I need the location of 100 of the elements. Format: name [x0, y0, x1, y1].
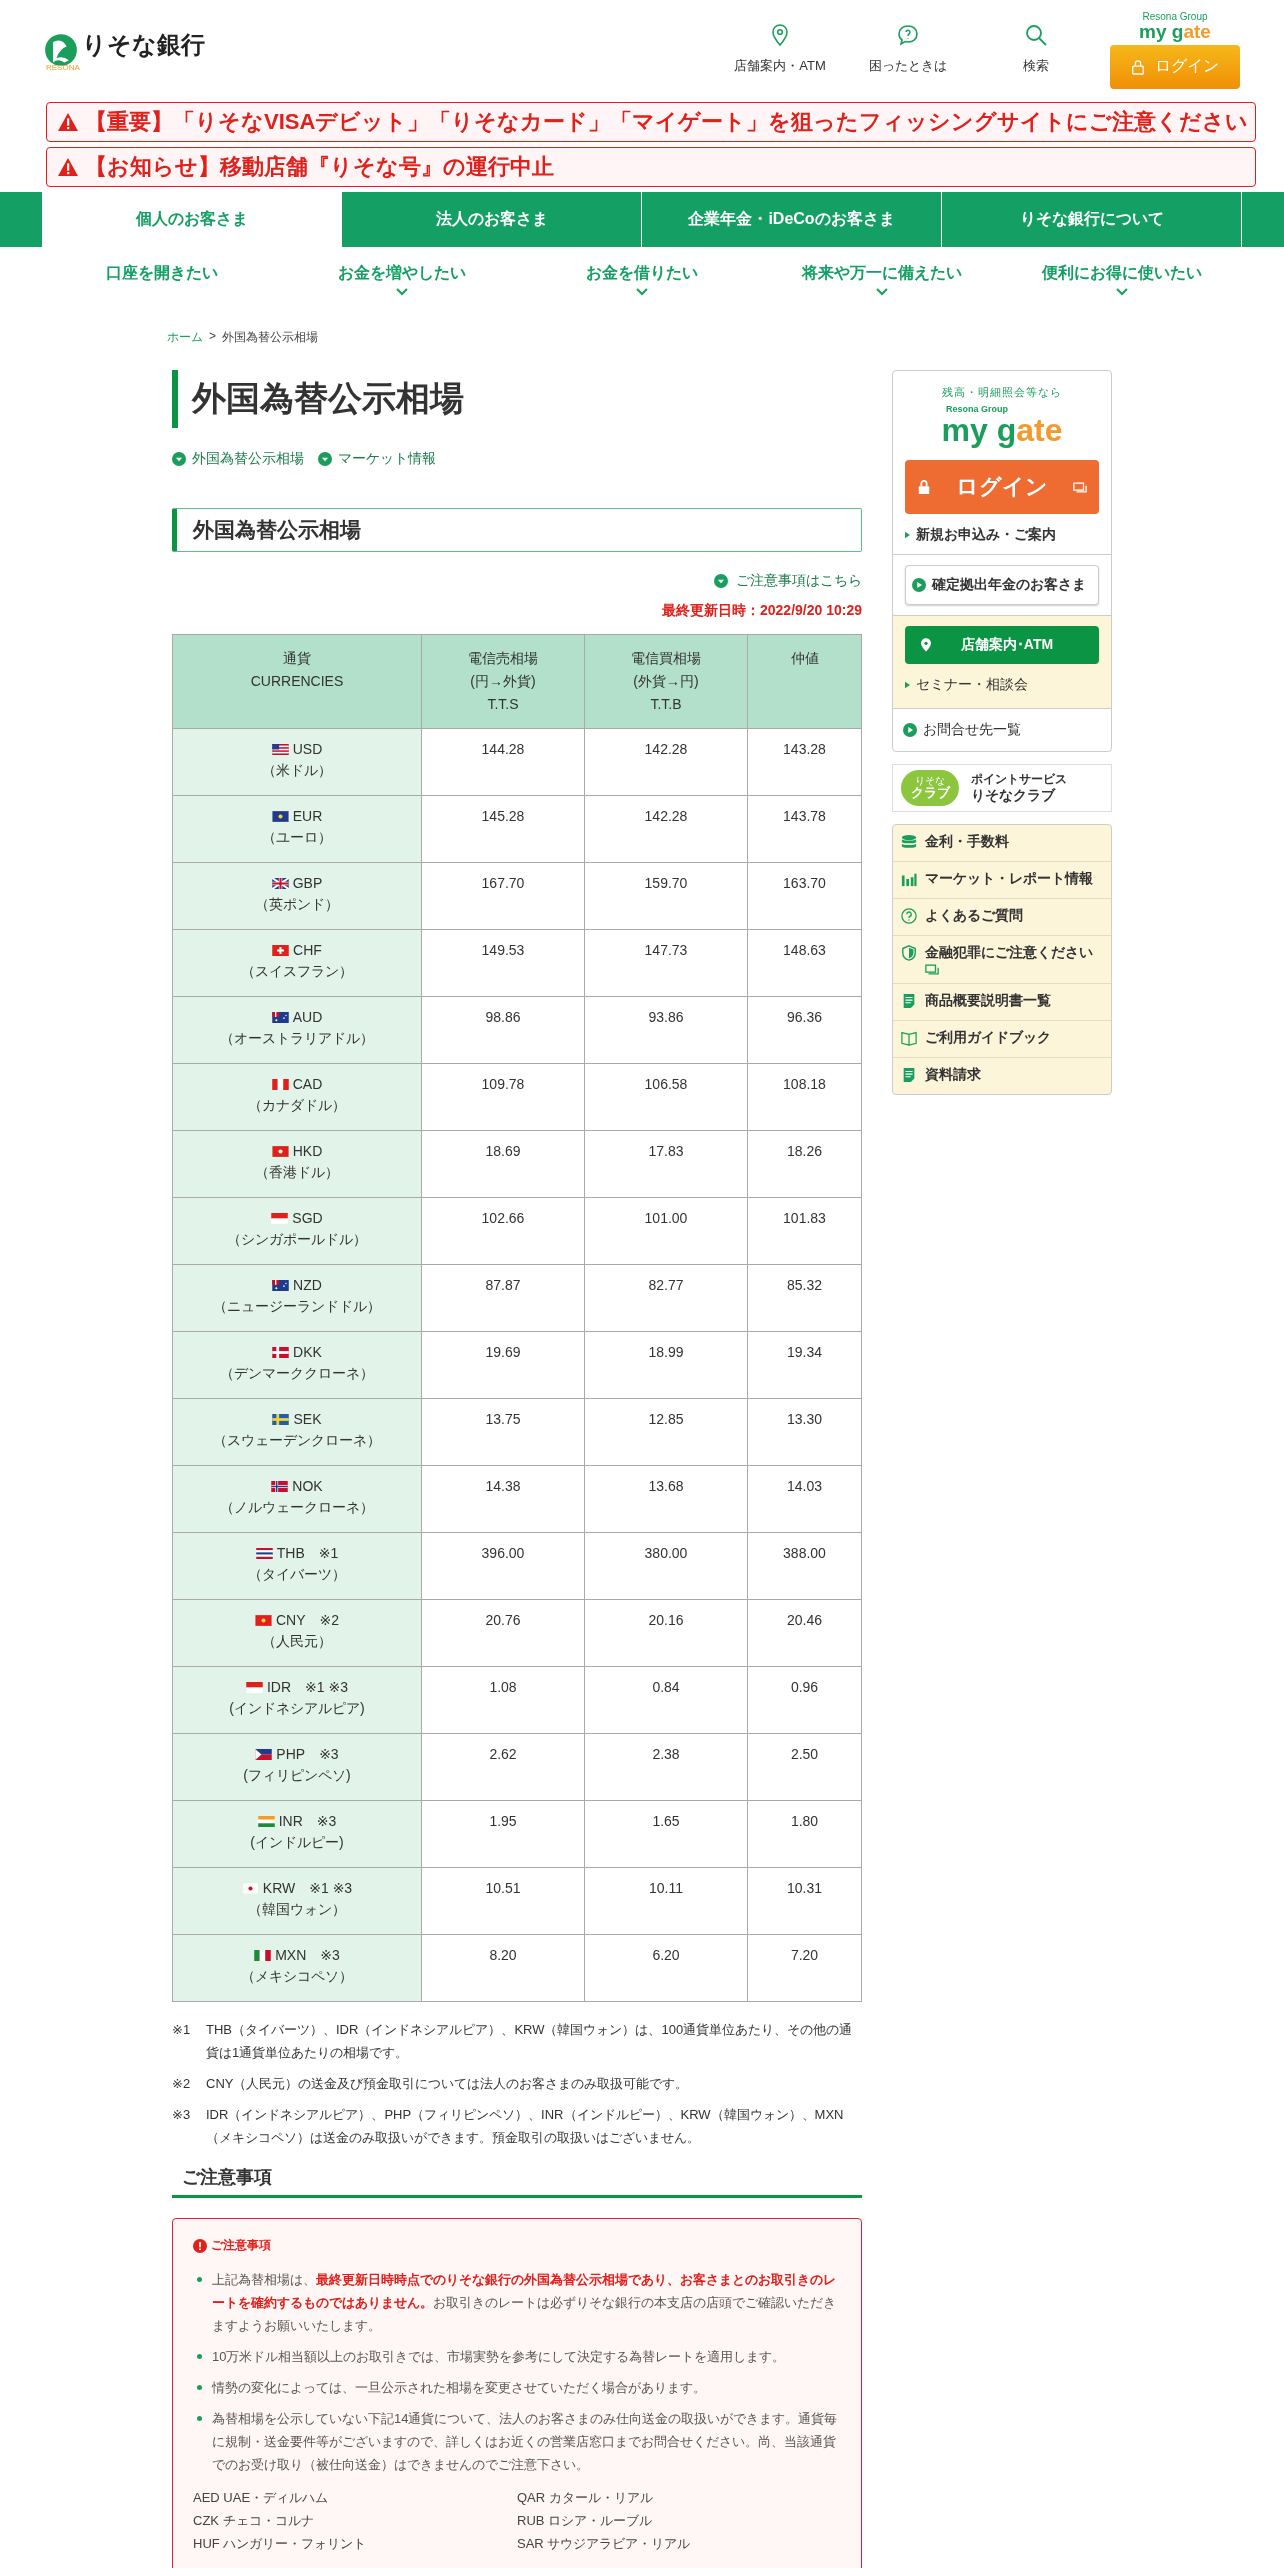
- lock-icon: [1131, 58, 1145, 75]
- anchor-link[interactable]: マーケット情報: [338, 450, 436, 468]
- utility-link[interactable]: 困ったときは: [844, 22, 972, 89]
- flag-icon: [255, 1748, 273, 1760]
- table-cell: 1.80: [747, 1800, 862, 1868]
- flag-icon: [271, 1145, 289, 1157]
- mygate-caption: 残高・明細照会等なら: [942, 385, 1062, 400]
- currency-name: （スウェーデンクローネ）: [212, 1432, 382, 1450]
- contact-link[interactable]: お問合せ先一覧: [923, 721, 1021, 739]
- menu-item[interactable]: 資料請求: [893, 1058, 1111, 1094]
- table-cell: 143.78: [747, 795, 862, 863]
- currency-name: （ニュージーランドドル）: [212, 1298, 382, 1316]
- currency-code: AUD: [292, 1009, 323, 1025]
- currency-name: （スイスフラン）: [240, 963, 354, 981]
- nav-tab[interactable]: 企業年金・iDeCoのお客さま: [642, 192, 942, 247]
- breadcrumb-current: 外国為替公示相場: [222, 329, 318, 346]
- menu-item[interactable]: よくあるご質問: [893, 899, 1111, 936]
- menu-item[interactable]: 商品概要説明書一覧: [893, 984, 1111, 1021]
- flag-icon: [271, 1480, 289, 1492]
- flag-icon: [271, 877, 289, 889]
- table-cell: 8.20: [421, 1934, 585, 2002]
- table-cell: 7.20: [747, 1934, 862, 2002]
- pension-button[interactable]: 確定拠出年金のお客さま: [905, 565, 1099, 605]
- currency-code: SEK: [293, 1411, 322, 1427]
- nav-tab[interactable]: りそな銀行について: [942, 192, 1242, 247]
- currency-item: AED UAE・ディルハム: [193, 2489, 330, 2507]
- currency-code: INR: [278, 1813, 303, 1829]
- triangle-icon: [905, 681, 910, 689]
- exclamation-icon: [193, 2238, 207, 2253]
- login-button[interactable]: ログイン: [905, 460, 1099, 514]
- table-cell: 106.58: [584, 1063, 748, 1131]
- menu-item[interactable]: 金利・手数料: [893, 825, 1111, 862]
- subnav-link[interactable]: お金を借りたい: [522, 247, 762, 317]
- logo-text[interactable]: りそな銀行: [82, 28, 205, 61]
- table-cell: 101.00: [584, 1197, 748, 1265]
- club-banner[interactable]: りそな クラブ ポイントサービス りそなクラブ: [892, 764, 1112, 812]
- subnav-link[interactable]: 便利にお得に使いたい: [1002, 247, 1242, 317]
- breadcrumb-link[interactable]: ホーム: [167, 329, 203, 346]
- table-cell: 380.00: [584, 1532, 748, 1600]
- bullet-icon: [197, 2385, 202, 2390]
- table-cell: 14.38: [421, 1465, 585, 1533]
- page-title: 外国為替公示相場: [172, 370, 862, 428]
- flag-icon: [271, 1212, 289, 1224]
- apply-link[interactable]: 新規お申込み・ご案内: [916, 526, 1056, 544]
- menu-item[interactable]: マーケット・レポート情報: [893, 862, 1111, 899]
- flag-icon: [241, 1882, 259, 1894]
- seminar-link[interactable]: セミナー・相談会: [916, 676, 1028, 694]
- table-cell: 6.20: [584, 1934, 748, 2002]
- table-cell: 2.50: [747, 1733, 862, 1801]
- table-cell: 142.28: [584, 795, 748, 863]
- table-cell: 167.70: [421, 862, 585, 930]
- currency-name: （オーストラリアドル）: [219, 1030, 375, 1048]
- alert-banner[interactable]: 【お知らせ】移動店舗『りそな号』の運行中止: [46, 147, 1256, 187]
- table-cell: 20.46: [747, 1599, 862, 1667]
- menu-item[interactable]: 金融犯罪にご注意ください: [893, 936, 1111, 984]
- footnote-mark: ※1 ※3: [309, 1880, 353, 1896]
- currency-name: （米ドル）: [261, 762, 333, 780]
- table-cell: 143.28: [747, 728, 862, 796]
- table-cell: 18.26: [747, 1130, 862, 1198]
- nav-tab[interactable]: 法人のお客さま: [342, 192, 642, 247]
- subnav-link[interactable]: 口座を開きたい: [42, 247, 282, 317]
- currency-code: MXN: [275, 1947, 307, 1963]
- section-heading: ご注意事項: [172, 2165, 862, 2198]
- notes-link[interactable]: ご注意事項はこちら: [736, 572, 862, 590]
- flag-icon: [272, 944, 290, 956]
- currency-name: (インドネシアルピア): [228, 1700, 366, 1718]
- footnote-mark: ※1: [318, 1545, 339, 1561]
- new-window-icon: [1073, 481, 1087, 493]
- utility-link[interactable]: 店舗案内・ATM: [716, 22, 844, 89]
- currency-name: （英ポンド）: [254, 896, 340, 914]
- currency-name: （人民元）: [261, 1633, 333, 1651]
- anchor-link[interactable]: 外国為替公示相場: [192, 450, 304, 468]
- nav-tab[interactable]: 個人のお客さま: [42, 192, 342, 247]
- table-cell: 19.69: [421, 1331, 585, 1399]
- branch-atm-button[interactable]: 店舗案内･ATM: [905, 626, 1099, 664]
- table-cell: 19.34: [747, 1331, 862, 1399]
- table-cell: 13.75: [421, 1398, 585, 1466]
- utility-link[interactable]: 検索: [972, 22, 1100, 89]
- table-cell: 396.00: [421, 1532, 585, 1600]
- column-header: 電信買相場 (外貨→円) T.T.B: [584, 634, 748, 729]
- logo-subtext: RESONA: [46, 62, 81, 72]
- footnote-mark: ※1 ※3: [305, 1679, 349, 1695]
- table-cell: 17.83: [584, 1130, 748, 1198]
- currency-code: NZD: [293, 1277, 322, 1293]
- subnav-link[interactable]: 将来や万一に備えたい: [762, 247, 1002, 317]
- table-cell: 12.85: [584, 1398, 748, 1466]
- flag-icon: [271, 810, 289, 822]
- table-cell: 10.51: [421, 1867, 585, 1935]
- table-cell: 144.28: [421, 728, 585, 796]
- currency-code: CNY: [275, 1612, 306, 1628]
- subnav-link[interactable]: お金を増やしたい: [282, 247, 522, 317]
- table-cell: 145.28: [421, 795, 585, 863]
- currency-code: KRW: [262, 1880, 296, 1896]
- currency-item: SAR サウジアラビア・リアル: [517, 2535, 692, 2553]
- table-cell: 108.18: [747, 1063, 862, 1131]
- menu-item[interactable]: ご利用ガイドブック: [893, 1021, 1111, 1058]
- alert-banner[interactable]: 【重要】「りそなVISAデビット」「りそなカード」「マイゲート」を狙ったフィッシングサイトにご注意ください: [46, 102, 1256, 142]
- table-cell: 87.87: [421, 1264, 585, 1332]
- currency-name: （タイバーツ）: [247, 1566, 347, 1584]
- location-pin-icon: [921, 638, 931, 652]
